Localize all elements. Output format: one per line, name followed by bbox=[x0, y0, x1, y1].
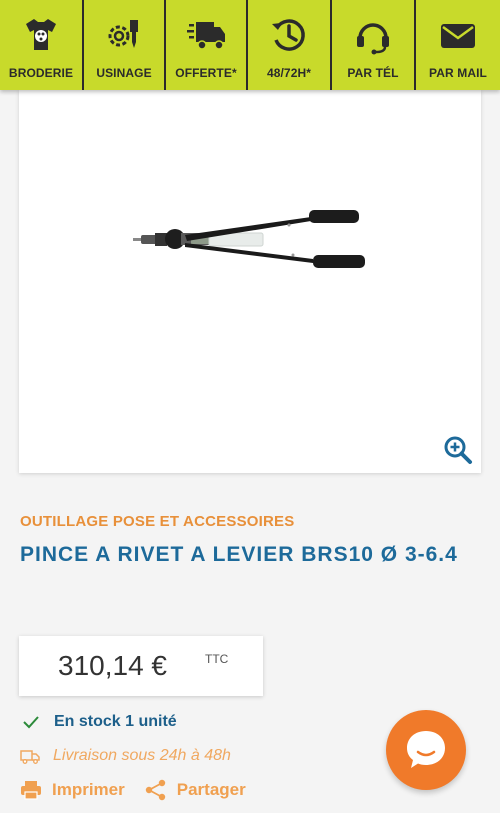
stock-status: En stock 1 unité bbox=[22, 713, 177, 731]
feature-usinage[interactable]: USINAGE bbox=[84, 0, 166, 90]
print-label: Imprimer bbox=[52, 780, 125, 799]
product-category[interactable]: OUTILLAGE POSE ET ACCESSOIRES bbox=[20, 513, 294, 530]
feature-label: OFFERTE* bbox=[175, 66, 237, 80]
feature-livraison[interactable]: OFFERTE* bbox=[166, 0, 248, 90]
gear-tools-icon bbox=[108, 20, 138, 48]
print-button[interactable]: Imprimer bbox=[20, 780, 125, 800]
delivery-truck-icon bbox=[187, 22, 225, 50]
checkmark-icon bbox=[23, 716, 39, 729]
delivery-truck-icon bbox=[20, 749, 40, 764]
feature-delai[interactable]: 48/72H* bbox=[248, 0, 332, 90]
delivery-info: Livraison sous 24h à 48h bbox=[20, 747, 231, 765]
product-price: 310,14 € bbox=[58, 650, 167, 681]
tshirt-palette-icon bbox=[26, 19, 56, 50]
printer-icon bbox=[21, 781, 41, 800]
share-icon bbox=[145, 779, 165, 801]
zoom-in-icon[interactable] bbox=[443, 435, 473, 465]
price-box: 310,14 € TTC bbox=[19, 636, 263, 696]
price-suffix: TTC bbox=[205, 652, 229, 666]
feature-label: PAR MAIL bbox=[429, 66, 487, 80]
product-title: PINCE A RIVET A LEVIER BRS10 Ø 3-6.4 bbox=[20, 543, 458, 566]
feature-telephone[interactable]: PAR TÉL bbox=[332, 0, 416, 90]
feature-label: BRODERIE bbox=[8, 66, 74, 80]
share-button[interactable]: Partager bbox=[145, 779, 246, 801]
headset-icon bbox=[357, 23, 389, 55]
feature-label: PAR TÉL bbox=[347, 66, 399, 80]
stock-text: En stock 1 unité bbox=[54, 713, 177, 730]
feature-mail[interactable]: PAR MAIL bbox=[416, 0, 500, 90]
chat-bubble-icon bbox=[407, 731, 445, 768]
feature-label: USINAGE bbox=[96, 66, 152, 80]
rivet-tool-image bbox=[133, 210, 365, 268]
feature-bar: BRODERIE USINAGE OFFERTE* 48/72H* PAR TÉ… bbox=[0, 0, 500, 90]
share-label: Partager bbox=[176, 780, 246, 799]
feature-label: 48/72H* bbox=[266, 66, 312, 80]
envelope-icon bbox=[441, 24, 475, 48]
product-actions: Imprimer Partager bbox=[20, 779, 246, 801]
delivery-text: Livraison sous 24h à 48h bbox=[53, 747, 231, 764]
product-image-card[interactable] bbox=[19, 90, 481, 473]
chat-button[interactable] bbox=[386, 710, 466, 790]
clock-history-icon bbox=[272, 19, 305, 51]
feature-broderie[interactable]: BRODERIE bbox=[0, 0, 84, 90]
